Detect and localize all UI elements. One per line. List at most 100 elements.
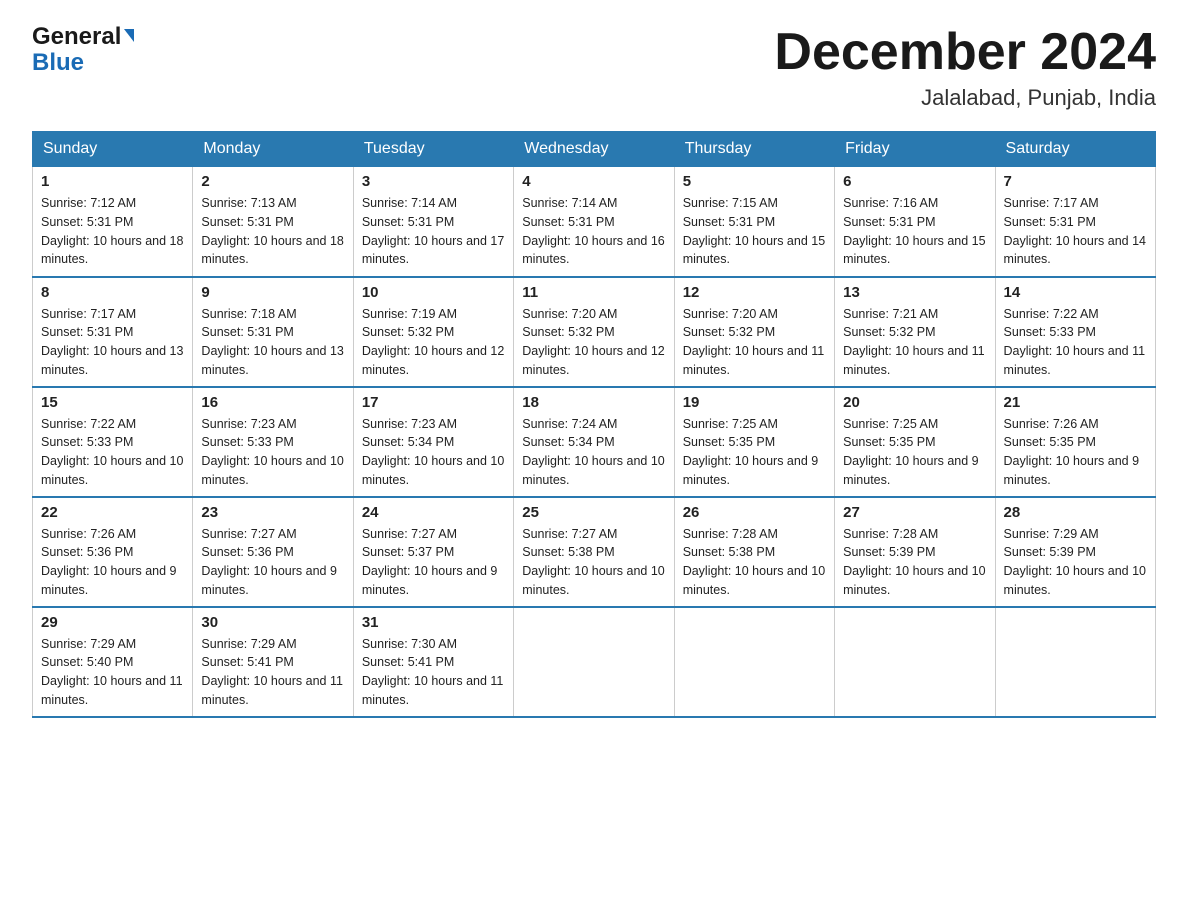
day-cell-22: 22Sunrise: 7:26 AMSunset: 5:36 PMDayligh… [33,497,193,607]
day-info: Sunrise: 7:27 AMSunset: 5:36 PMDaylight:… [201,527,337,597]
day-cell-6: 6 Sunrise: 7:16 AMSunset: 5:31 PMDaylight… [835,167,995,277]
day-number: 28 [1004,504,1147,521]
day-cell-15: 15 Sunrise: 7:22 AMSunset: 5:33 PMDayligh… [33,387,193,497]
day-cell-28: 28 Sunrise: 7:29 AMSunset: 5:39 PMDayligh… [995,497,1155,607]
day-number: 8 [41,284,184,301]
day-cell-4: 4 Sunrise: 7:14 AMSunset: 5:31 PMDaylight… [514,167,674,277]
day-number: 20 [843,394,986,411]
day-cell-10: 10Sunrise: 7:19 AMSunset: 5:32 PMDayligh… [353,277,513,387]
day-number: 26 [683,504,826,521]
day-info: Sunrise: 7:26 AMSunset: 5:35 PMDaylight:… [1004,417,1140,487]
day-number: 31 [362,614,505,631]
day-cell-31: 31Sunrise: 7:30 AMSunset: 5:41 PMDayligh… [353,607,513,717]
header-day-sunday: Sunday [33,132,193,167]
day-info: Sunrise: 7:23 AMSunset: 5:33 PMDaylight:… [201,417,343,487]
week-row-1: 1 Sunrise: 7:12 AMSunset: 5:31 PMDaylight… [33,167,1156,277]
day-cell-23: 23 Sunrise: 7:27 AMSunset: 5:36 PMDayligh… [193,497,353,607]
logo-general-text: General [32,24,134,50]
day-info: Sunrise: 7:13 AMSunset: 5:31 PMDaylight:… [201,196,343,266]
week-row-4: 22Sunrise: 7:26 AMSunset: 5:36 PMDayligh… [33,497,1156,607]
day-number: 27 [843,504,986,521]
day-info: Sunrise: 7:14 AMSunset: 5:31 PMDaylight:… [522,196,664,266]
day-number: 29 [41,614,184,631]
title-area: December 2024 Jalalabad, Punjab, India [774,24,1156,111]
day-cell-12: 12 Sunrise: 7:20 AMSunset: 5:32 PMDayligh… [674,277,834,387]
logo-triangle-icon [124,29,134,42]
day-info: Sunrise: 7:16 AMSunset: 5:31 PMDaylight:… [843,196,985,266]
header-day-tuesday: Tuesday [353,132,513,167]
header-day-monday: Monday [193,132,353,167]
day-info: Sunrise: 7:15 AMSunset: 5:31 PMDaylight:… [683,196,825,266]
day-cell-20: 20 Sunrise: 7:25 AMSunset: 5:35 PMDayligh… [835,387,995,497]
day-number: 9 [201,284,344,301]
day-cell-2: 2Sunrise: 7:13 AMSunset: 5:31 PMDaylight… [193,167,353,277]
day-cell-5: 5 Sunrise: 7:15 AMSunset: 5:31 PMDaylight… [674,167,834,277]
day-info: Sunrise: 7:14 AMSunset: 5:31 PMDaylight:… [362,196,504,266]
day-info: Sunrise: 7:18 AMSunset: 5:31 PMDaylight:… [201,307,343,377]
day-info: Sunrise: 7:17 AMSunset: 5:31 PMDaylight:… [41,307,183,377]
day-number: 7 [1004,173,1147,190]
week-row-2: 8 Sunrise: 7:17 AMSunset: 5:31 PMDaylight… [33,277,1156,387]
month-title: December 2024 [774,24,1156,81]
day-info: Sunrise: 7:29 AMSunset: 5:39 PMDaylight:… [1004,527,1146,597]
day-cell-27: 27 Sunrise: 7:28 AMSunset: 5:39 PMDayligh… [835,497,995,607]
day-info: Sunrise: 7:12 AMSunset: 5:31 PMDaylight:… [41,196,183,266]
day-cell-13: 13 Sunrise: 7:21 AMSunset: 5:32 PMDayligh… [835,277,995,387]
day-info: Sunrise: 7:28 AMSunset: 5:39 PMDaylight:… [843,527,985,597]
day-cell-24: 24 Sunrise: 7:27 AMSunset: 5:37 PMDayligh… [353,497,513,607]
empty-cell [835,607,995,717]
day-info: Sunrise: 7:29 AMSunset: 5:41 PMDaylight:… [201,637,343,707]
day-cell-30: 30Sunrise: 7:29 AMSunset: 5:41 PMDayligh… [193,607,353,717]
day-number: 11 [522,284,665,301]
day-number: 10 [362,284,505,301]
day-info: Sunrise: 7:22 AMSunset: 5:33 PMDaylight:… [1004,307,1146,377]
day-cell-3: 3 Sunrise: 7:14 AMSunset: 5:31 PMDaylight… [353,167,513,277]
day-number: 3 [362,173,505,190]
day-cell-29: 29 Sunrise: 7:29 AMSunset: 5:40 PMDayligh… [33,607,193,717]
empty-cell [674,607,834,717]
day-info: Sunrise: 7:29 AMSunset: 5:40 PMDaylight:… [41,637,183,707]
day-cell-8: 8 Sunrise: 7:17 AMSunset: 5:31 PMDaylight… [33,277,193,387]
week-row-3: 15 Sunrise: 7:22 AMSunset: 5:33 PMDayligh… [33,387,1156,497]
header-row: SundayMondayTuesdayWednesdayThursdayFrid… [33,132,1156,167]
day-number: 1 [41,173,184,190]
day-number: 6 [843,173,986,190]
day-cell-9: 9 Sunrise: 7:18 AMSunset: 5:31 PMDaylight… [193,277,353,387]
header-day-saturday: Saturday [995,132,1155,167]
day-cell-18: 18Sunrise: 7:24 AMSunset: 5:34 PMDayligh… [514,387,674,497]
day-number: 15 [41,394,184,411]
day-info: Sunrise: 7:20 AMSunset: 5:32 PMDaylight:… [522,307,664,377]
day-number: 4 [522,173,665,190]
day-number: 21 [1004,394,1147,411]
day-cell-1: 1 Sunrise: 7:12 AMSunset: 5:31 PMDaylight… [33,167,193,277]
day-number: 24 [362,504,505,521]
page-header: General Blue December 2024 Jalalabad, Pu… [32,24,1156,111]
day-number: 12 [683,284,826,301]
day-number: 17 [362,394,505,411]
day-number: 23 [201,504,344,521]
day-cell-16: 16 Sunrise: 7:23 AMSunset: 5:33 PMDayligh… [193,387,353,497]
day-info: Sunrise: 7:21 AMSunset: 5:32 PMDaylight:… [843,307,985,377]
header-day-thursday: Thursday [674,132,834,167]
day-cell-26: 26Sunrise: 7:28 AMSunset: 5:38 PMDayligh… [674,497,834,607]
day-info: Sunrise: 7:27 AMSunset: 5:37 PMDaylight:… [362,527,498,597]
day-number: 16 [201,394,344,411]
day-number: 22 [41,504,184,521]
day-cell-7: 7Sunrise: 7:17 AMSunset: 5:31 PMDaylight… [995,167,1155,277]
day-number: 5 [683,173,826,190]
day-cell-17: 17Sunrise: 7:23 AMSunset: 5:34 PMDayligh… [353,387,513,497]
day-cell-11: 11 Sunrise: 7:20 AMSunset: 5:32 PMDayligh… [514,277,674,387]
day-info: Sunrise: 7:25 AMSunset: 5:35 PMDaylight:… [843,417,979,487]
day-number: 25 [522,504,665,521]
day-cell-14: 14 Sunrise: 7:22 AMSunset: 5:33 PMDayligh… [995,277,1155,387]
week-row-5: 29 Sunrise: 7:29 AMSunset: 5:40 PMDayligh… [33,607,1156,717]
day-number: 18 [522,394,665,411]
location-title: Jalalabad, Punjab, India [774,85,1156,111]
empty-cell [514,607,674,717]
day-number: 14 [1004,284,1147,301]
day-info: Sunrise: 7:25 AMSunset: 5:35 PMDaylight:… [683,417,819,487]
day-info: Sunrise: 7:22 AMSunset: 5:33 PMDaylight:… [41,417,183,487]
day-number: 13 [843,284,986,301]
day-cell-25: 25Sunrise: 7:27 AMSunset: 5:38 PMDayligh… [514,497,674,607]
day-info: Sunrise: 7:20 AMSunset: 5:32 PMDaylight:… [683,307,825,377]
